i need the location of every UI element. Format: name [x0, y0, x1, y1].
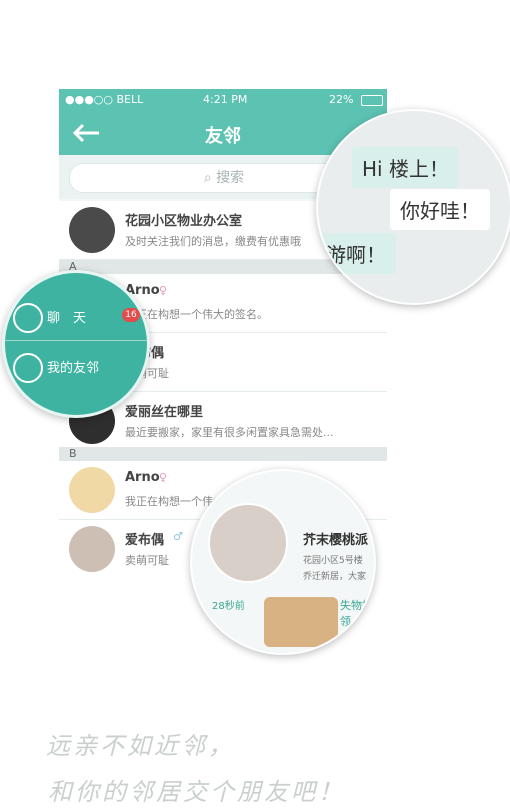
moment-zoom-circle: 芥末樱桃派 花园小区5号楼 乔迁新居，大家 28秒前 失物招领: [190, 469, 376, 655]
user-photo: [208, 503, 288, 583]
female-icon: ♀: [159, 471, 168, 484]
chat-zoom-circle: Hi 楼上！ 你好哇！ 游啊！: [316, 109, 510, 305]
chat-bubble: 你好哇！: [390, 189, 490, 230]
avatar: [69, 526, 115, 572]
handbag-image: [264, 597, 338, 647]
menu-chat-label: 聊 天: [47, 311, 87, 326]
unread-badge: 16: [122, 308, 140, 322]
female-icon: ♀: [159, 284, 168, 297]
moment-time: 28秒前: [212, 601, 245, 612]
menu-item-chat[interactable]: 聊 天 16: [5, 295, 147, 341]
moment-label: 失物招领: [340, 599, 373, 628]
avatar: [69, 207, 115, 253]
chat-bubble: 游啊！: [318, 233, 396, 274]
clock: 4:21 PM: [203, 93, 248, 106]
moment-text: 乔迁新居，大家: [303, 572, 367, 582]
carrier: ●●●○○ BELL: [65, 93, 144, 106]
contact-desc: 最近要搬家，家里有很多闲置家具急需处...: [125, 426, 334, 439]
contact-desc: 及时关注我们的消息，缴费有优惠哦: [125, 235, 301, 248]
friends-icon: [13, 353, 43, 383]
contact-desc: 卖萌可耻: [125, 554, 169, 567]
contact-name: 爱丽丝在哪里: [125, 405, 204, 420]
moment-title: 芥末樱桃派: [303, 533, 369, 548]
section-header-b: B: [59, 447, 387, 461]
search-icon: ⌕: [203, 170, 217, 186]
contact-name: Arno: [125, 470, 160, 485]
menu-friends-label: 我的友邻: [47, 361, 100, 376]
status-bar: ●●●○○ BELL 4:21 PM 22%: [59, 89, 387, 111]
slogan-line-1: 远亲不如近邻，: [46, 732, 235, 760]
battery-level: 22%: [329, 93, 354, 106]
menu-zoom-circle: 聊 天 16 我的友邻: [2, 270, 150, 418]
male-icon: ♂: [173, 530, 183, 543]
avatar: [69, 467, 115, 513]
chat-icon: [13, 303, 43, 333]
contact-name: 花园小区物业办公室: [125, 214, 243, 229]
moment-location: 花园小区5号楼: [303, 556, 363, 566]
slogan-line-2: 和你的邻居交个朋友吧！: [48, 778, 345, 806]
search-placeholder: 搜索: [216, 170, 245, 186]
contact-name: 爱布偶: [125, 533, 165, 548]
chat-bubble: Hi 楼上！: [352, 147, 459, 188]
menu-item-friends[interactable]: 我的友邻: [5, 345, 147, 390]
battery-icon: [361, 95, 383, 106]
